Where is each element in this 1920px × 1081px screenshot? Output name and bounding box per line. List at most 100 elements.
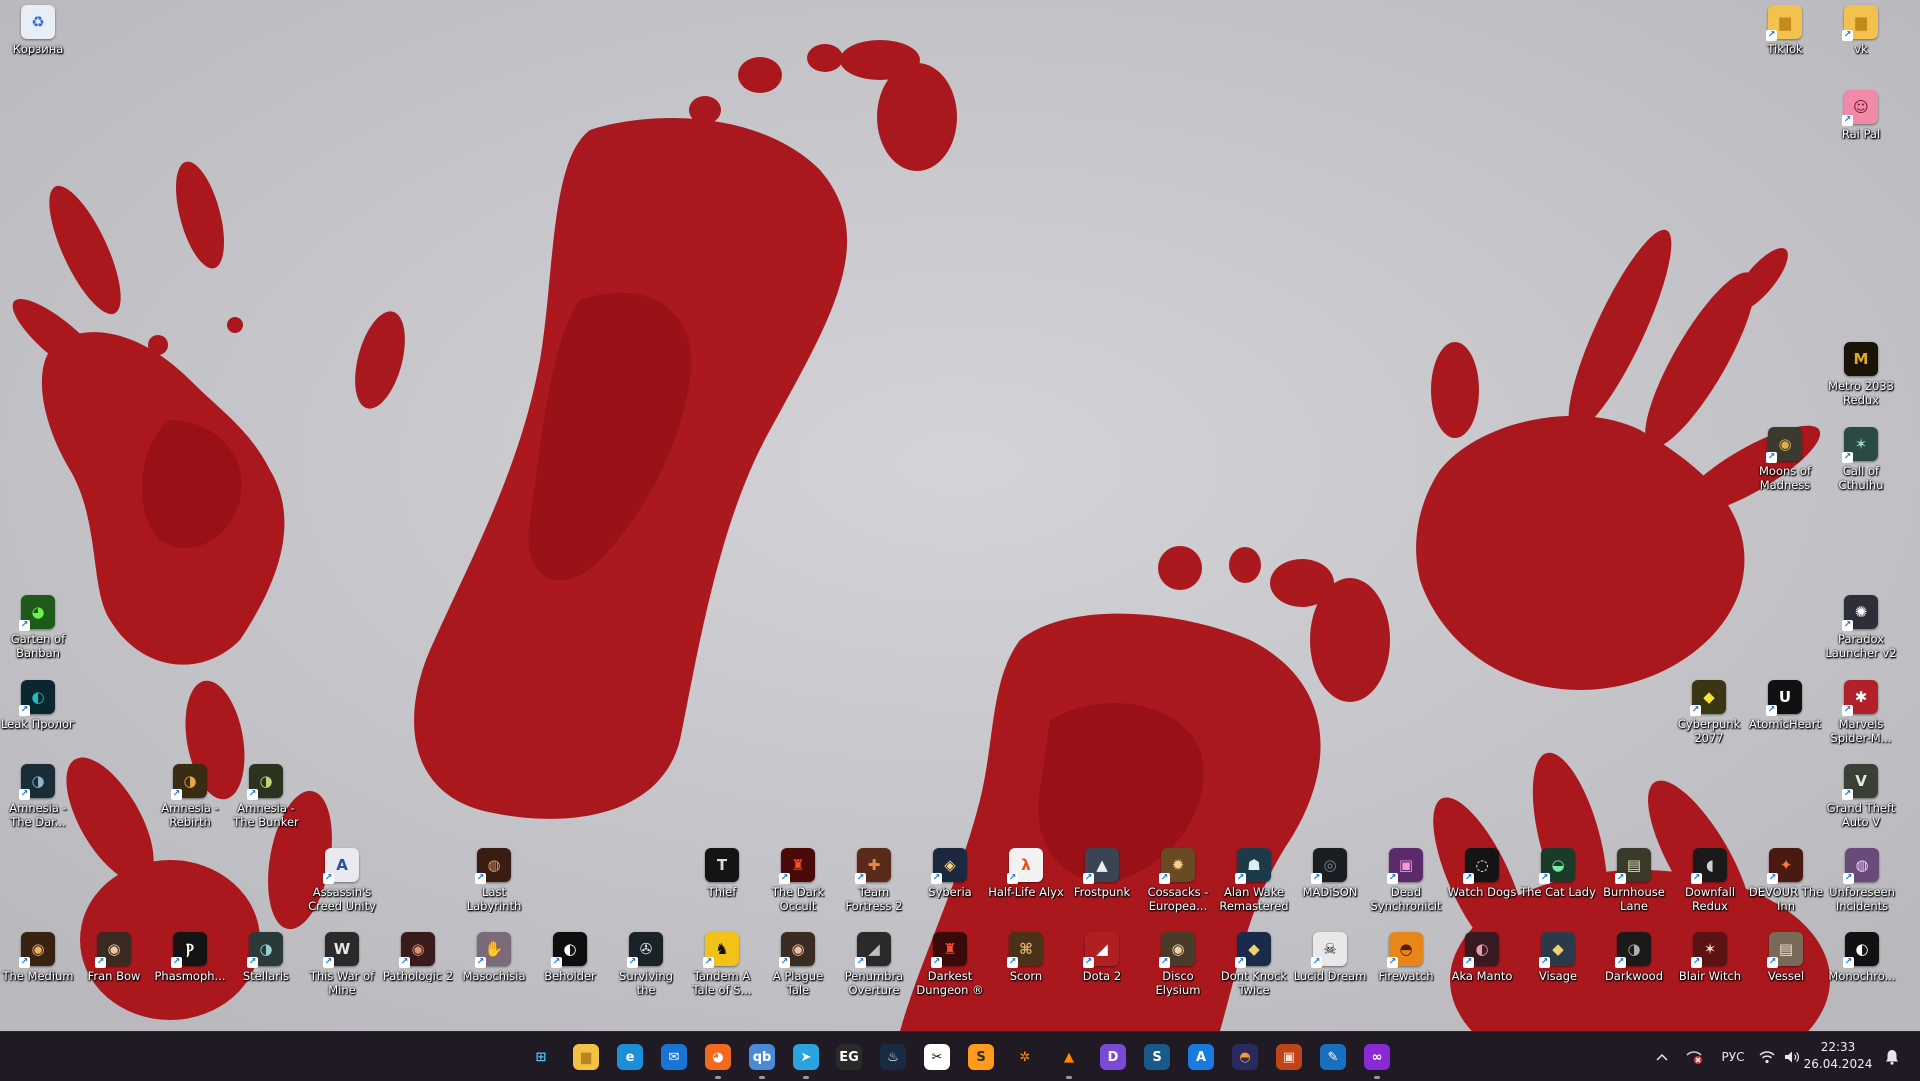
desktop-shortcut[interactable]: A ↗ Assassin's Creed Unity	[304, 848, 380, 913]
desktop-shortcut[interactable]: ◉ ↗ Disco Elysium	[1140, 932, 1216, 997]
firewatch-icon: ◓ ↗	[1387, 932, 1423, 968]
desktop-shortcut[interactable]: ✶ ↗ Blair Witch	[1672, 932, 1748, 983]
desktop-shortcut[interactable]: ♞ ↗ Tandem A Tale of S...	[684, 932, 760, 997]
taskbar-app-button[interactable]: qb	[746, 1041, 778, 1079]
taskbar-app-button[interactable]: D	[1097, 1041, 1129, 1073]
notification-bell-icon[interactable]	[1880, 1032, 1904, 1081]
system-clock[interactable]: 22:33 26.04.2024	[1798, 1039, 1878, 1073]
taskbar-app-button[interactable]: ◓	[1229, 1041, 1261, 1073]
desktop-shortcut[interactable]: ◎ ↗ MADiSON	[1292, 848, 1368, 899]
desktop-shortcut[interactable]: ♜ ↗ The Dark Occult	[760, 848, 836, 913]
desktop-shortcut[interactable]: ☗ ↗ Alan Wake Remastered	[1216, 848, 1292, 913]
desktop-shortcut[interactable]: ☠ ↗ Lucid Dream	[1292, 932, 1368, 983]
desktop-shortcut[interactable]: W ↗ This War of Mine	[304, 932, 380, 997]
desktop-shortcut[interactable]: ◒ ↗ The Cat Lady	[1520, 848, 1596, 899]
shortcut-arrow-icon: ↗	[19, 620, 30, 631]
desktop-shortcut[interactable]: ◓ ↗ Firewatch	[1368, 932, 1444, 983]
desktop-shortcut[interactable]: ☺ ↗ Rai Pal	[1823, 90, 1899, 141]
desktop-shortcut[interactable]: ◑ ↗ Darkwood	[1596, 932, 1672, 983]
desktop-shortcut[interactable]: ✱ ↗ Marvels Spider-M...	[1823, 680, 1899, 745]
show-hidden-icons-chevron-icon[interactable]	[1650, 1032, 1674, 1081]
desktop-shortcut[interactable]: ◐ ↗ Beholder	[532, 932, 608, 983]
taskbar-app-button[interactable]: ∞	[1361, 1041, 1393, 1079]
taskbar-app-button[interactable]: ♨	[877, 1041, 909, 1073]
desktop-shortcut[interactable]: M Metro 2033 Redux	[1823, 342, 1899, 407]
taskbar-app-button[interactable]: ▣	[1273, 1041, 1305, 1073]
taskbar-app-button[interactable]: ▆	[570, 1041, 602, 1073]
taskbar-app-button[interactable]: S	[1141, 1041, 1173, 1073]
desktop-shortcut[interactable]: ⌘ ↗ Scorn	[988, 932, 1064, 983]
taskbar-app-button[interactable]: ◕	[702, 1041, 734, 1079]
taskbar-app-button[interactable]: ➤	[790, 1041, 822, 1079]
desktop-shortcut[interactable]: ◆ ↗ Visage	[1520, 932, 1596, 983]
app-glyph: ✉	[668, 1049, 680, 1065]
desktop-shortcut[interactable]: ◖ ↗ Downfall Redux	[1672, 848, 1748, 913]
taskbar-app-button[interactable]: ✲	[1009, 1041, 1041, 1073]
desktop-shortcut[interactable]: ◉ ↗ The Medium	[0, 932, 76, 983]
desktop-shortcut[interactable]: ◑ ↗ Amnesia - Rebirth	[152, 764, 228, 829]
desktop-shortcut[interactable]: U ↗ AtomicHeart	[1747, 680, 1823, 731]
desktop-shortcut[interactable]: ✹ ↗ Cossacks - Europea...	[1140, 848, 1216, 913]
desktop-shortcut[interactable]: ▲ ↗ Frostpunk	[1064, 848, 1140, 899]
desktop-shortcut[interactable]: ◉↗A Plague Tale Requiem	[760, 932, 836, 997]
desktop-shortcut[interactable]: ▆ ↗ TikTok	[1747, 5, 1823, 56]
desktop-shortcut[interactable]: ◑ ↗ Stellaris	[228, 932, 304, 983]
edge-browser-icon: e	[617, 1044, 643, 1070]
desktop-shortcut[interactable]: ◐ ↗ Monochro...	[1824, 932, 1900, 983]
taskbar-app-button[interactable]: ✉	[658, 1041, 690, 1073]
desktop-shortcut[interactable]: ◢ ↗ Dota 2	[1064, 932, 1140, 983]
desktop-shortcut-label: Aka Manto	[1451, 969, 1513, 983]
desktop-shortcut[interactable]: ✦ ↗ DEVOUR The Inn	[1748, 848, 1824, 913]
desktop-shortcut[interactable]: ◉ ↗ Moons of Madness	[1747, 427, 1823, 492]
desktop-shortcut[interactable]: ◕ ↗ Garten of Banban	[0, 595, 76, 660]
taskbar-app-button[interactable]: ⊞	[525, 1041, 557, 1073]
desktop-shortcut[interactable]: Ⲣ ↗ Phasmoph...	[152, 932, 228, 983]
desktop-shortcut[interactable]: ▤ ↗ Burnhouse Lane	[1596, 848, 1672, 913]
taskbar-app-button[interactable]: e	[614, 1041, 646, 1073]
app-glyph: ▆	[581, 1049, 591, 1065]
desktop-shortcut[interactable]: ◆ ↗ Cyberpunk 2077	[1671, 680, 1747, 745]
app-glyph: D	[1107, 1049, 1119, 1065]
desktop-shortcut[interactable]: ✺ ↗ Paradox Launcher v2	[1823, 595, 1899, 660]
desktop-shortcut[interactable]: ▆ ↗ vk	[1823, 5, 1899, 56]
desktop-shortcut-label: This War of Mine	[309, 969, 375, 997]
desktop-shortcut[interactable]: ◢ ↗ Penumbra Overture	[836, 932, 912, 997]
taskbar-app-button[interactable]: EG	[833, 1041, 865, 1073]
app-glyph: EG	[839, 1049, 859, 1065]
desktop-shortcut[interactable]: ♻ Корзина	[0, 5, 76, 56]
desktop-shortcut[interactable]: T Thief	[684, 848, 760, 899]
desktop-shortcut[interactable]: ◐ ↗ Aka Manto	[1444, 932, 1520, 983]
desktop-shortcut[interactable]: ▣↗Dead Synchronicity	[1368, 848, 1444, 913]
desktop-shortcut[interactable]: ✶ ↗ Call of Cthulhu	[1823, 427, 1899, 492]
taskbar-app-button[interactable]: A	[1185, 1041, 1217, 1073]
taskbar-app-button[interactable]: S	[965, 1041, 997, 1073]
desktop-shortcut[interactable]: ▤ ↗ Vessel	[1748, 932, 1824, 983]
desktop-shortcut[interactable]: ◑ ↗ Amnesia - The Dar...	[0, 764, 76, 829]
desktop-shortcut[interactable]: ✇↗Surviving the Aftermath	[608, 932, 684, 997]
desktop-shortcut[interactable]: ◍ ↗ Last Labyrinth	[456, 848, 532, 913]
desktop-shortcut[interactable]: ◈ ↗ Syberia	[912, 848, 988, 899]
desktop-shortcut[interactable]: ◐ ↗ Leak Пролог	[0, 680, 76, 731]
taskbar-app-button[interactable]: ▲	[1053, 1041, 1085, 1079]
network-warning-icon[interactable]	[1680, 1032, 1708, 1081]
desktop-shortcut[interactable]: ♜ ↗ Darkest Dungeon ®	[912, 932, 988, 997]
desktop-shortcut[interactable]: V ↗ Grand Theft Auto V	[1823, 764, 1899, 829]
icon-glyph: ♜	[943, 940, 957, 958]
shortcut-arrow-icon: ↗	[1311, 873, 1322, 884]
desktop-shortcut[interactable]: ◉ ↗ Fran Bow	[76, 932, 152, 983]
desktop-shortcut[interactable]: ✚ ↗ Team Fortress 2	[836, 848, 912, 913]
desktop-shortcut[interactable]: λ ↗ Half-Life Alyx	[988, 848, 1064, 899]
desktop-shortcut-label: Vessel	[1767, 969, 1805, 983]
taskbar-app-button[interactable]: ✎	[1317, 1041, 1349, 1073]
desktop-shortcut[interactable]: ◌ ↗ Watch Dogs	[1444, 848, 1520, 899]
input-language-indicator[interactable]: РУС	[1716, 1032, 1750, 1081]
desktop-shortcut[interactable]: ◍ ↗ Unforeseen Incidents	[1824, 848, 1900, 913]
taskbar-app-button[interactable]: ✂	[921, 1041, 953, 1073]
desktop-shortcut-label: Dont Knock Twice	[1220, 969, 1288, 997]
desktop-shortcut[interactable]: ◉ ↗ Pathologic 2	[380, 932, 456, 983]
wifi-icon[interactable]	[1756, 1032, 1778, 1081]
icon-glyph: ◉	[791, 940, 805, 958]
desktop-shortcut[interactable]: ◑ ↗ Amnesia - The Bunker	[228, 764, 304, 829]
desktop-shortcut[interactable]: ✋ ↗ Masochisia	[456, 932, 532, 983]
desktop-shortcut[interactable]: ◆ ↗ Dont Knock Twice	[1216, 932, 1292, 997]
